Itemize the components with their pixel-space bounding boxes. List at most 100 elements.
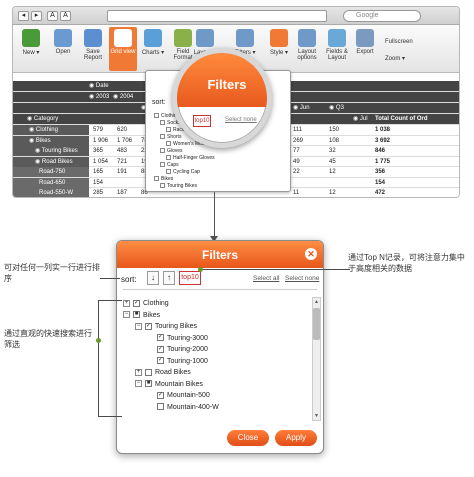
cell-value: 49 bbox=[293, 158, 300, 165]
toolbar-button[interactable]: New ▾ bbox=[17, 27, 45, 71]
tree-item[interactable]: ✓ Touring-1000 bbox=[147, 357, 208, 367]
lens-sort-label: sort: bbox=[152, 99, 166, 106]
select-all-link[interactable]: Select all bbox=[253, 275, 279, 282]
toolbar-button-label: Style ▾ bbox=[269, 50, 289, 56]
expand-icon[interactable]: + bbox=[135, 368, 142, 376]
filter-tree: + ✓ Clothing − ■ Bikes − ✓ Touring Bikes ✓ Touring… bbox=[123, 299, 309, 421]
tree-item[interactable]: + Road Bikes bbox=[135, 368, 191, 378]
sort-ascending-button[interactable]: ↓ bbox=[147, 271, 159, 285]
lens-tree-item: Cycling Cap bbox=[166, 169, 200, 175]
cell-value: 11 bbox=[293, 190, 300, 196]
tree-item[interactable]: Mountain-400-W bbox=[147, 403, 219, 413]
checkbox[interactable]: ✓ bbox=[145, 322, 152, 330]
scroll-up-icon[interactable]: ▲ bbox=[313, 298, 320, 306]
tree-item-label: Touring Bikes bbox=[155, 323, 198, 330]
scroll-thumb[interactable] bbox=[313, 308, 320, 340]
toolbar-button[interactable]: Layout options bbox=[293, 27, 321, 71]
column-header: ◉ Jun bbox=[293, 105, 310, 111]
annotation-search-line-top bbox=[98, 300, 122, 301]
collapse-icon[interactable]: − bbox=[135, 322, 142, 330]
tree-item[interactable]: + ✓ Clothing bbox=[123, 299, 169, 309]
toolbar-button-label: Layout options bbox=[297, 49, 317, 61]
font-larger-button[interactable]: A bbox=[60, 11, 71, 21]
toolbar-button[interactable]: Grid view bbox=[109, 27, 137, 71]
cell-value: 45 bbox=[329, 158, 336, 165]
checkbox[interactable]: ✓ bbox=[157, 334, 164, 342]
lens-tree-label: Cycling Cap bbox=[173, 169, 200, 175]
select-none-link[interactable]: Select none bbox=[285, 275, 319, 282]
tree-item[interactable]: − ■ Bikes bbox=[123, 311, 160, 321]
column-header: ◉ Date bbox=[89, 83, 109, 89]
scroll-down-icon[interactable]: ▼ bbox=[313, 412, 320, 420]
divider bbox=[123, 289, 317, 290]
lens-tree-item: Half-Finger Gloves bbox=[166, 155, 215, 161]
tree-item-label: Mountain-500 bbox=[167, 392, 210, 399]
cell-value: 108 bbox=[329, 137, 340, 144]
tree-item-label: Touring-1000 bbox=[167, 357, 208, 365]
tree-item[interactable]: − ✓ Touring Bikes bbox=[135, 322, 197, 332]
back-button[interactable]: ◂ bbox=[18, 11, 29, 21]
sort-descending-button[interactable]: ↑ bbox=[163, 271, 175, 285]
toolbar-icon bbox=[328, 29, 346, 47]
magnifier-lens: Filters top10 Select none bbox=[172, 48, 272, 148]
toolbar-button[interactable]: Charts ▾ bbox=[139, 27, 167, 71]
dialog-header: Filters ✕ bbox=[117, 241, 323, 268]
cell-value: 1 775 bbox=[375, 158, 391, 165]
collapse-icon[interactable]: − bbox=[123, 311, 130, 319]
filters-dialog: Filters ✕ sort: ↓ ↑ top10 Select all Sel… bbox=[116, 240, 324, 454]
toolbar-icon bbox=[356, 29, 374, 47]
toolbar-icon bbox=[236, 29, 254, 47]
forward-button[interactable]: ▸ bbox=[31, 11, 42, 21]
expand-icon[interactable]: + bbox=[123, 299, 130, 307]
lens-top10-button[interactable]: top10 bbox=[193, 115, 211, 127]
toolbar-button[interactable]: Export bbox=[351, 27, 379, 71]
tree-item[interactable]: ✓ Touring-2000 bbox=[147, 345, 208, 355]
toolbar-icon bbox=[22, 29, 40, 47]
checkbox[interactable]: ✓ bbox=[157, 357, 164, 365]
fullscreen-button[interactable]: Fullscreen bbox=[385, 39, 455, 45]
cell-value bbox=[293, 178, 327, 188]
toolbar-icon bbox=[144, 29, 162, 47]
collapse-icon[interactable]: − bbox=[135, 380, 142, 388]
checkbox[interactable]: ✓ bbox=[157, 391, 164, 399]
checkbox[interactable]: ✓ bbox=[133, 299, 140, 307]
close-button[interactable]: Close bbox=[227, 430, 269, 446]
tree-scrollbar[interactable]: ▲ ▼ bbox=[312, 297, 321, 421]
checkbox[interactable]: ■ bbox=[133, 311, 140, 319]
tree-item[interactable]: ✓ Touring-3000 bbox=[147, 334, 208, 344]
tree-item-label: Touring-2000 bbox=[167, 346, 208, 353]
checkbox[interactable]: ■ bbox=[145, 380, 152, 388]
url-field[interactable] bbox=[107, 10, 327, 22]
dialog-title: Filters bbox=[201, 248, 238, 262]
cell-value: 12 bbox=[329, 169, 336, 175]
toolbar-button[interactable]: Open bbox=[49, 27, 77, 71]
checkbox[interactable]: ✓ bbox=[157, 345, 164, 353]
zoom-button[interactable]: Zoom ▾ bbox=[385, 55, 455, 62]
cell-value: 22 bbox=[293, 169, 300, 175]
row-label: Road-550-W bbox=[13, 188, 89, 197]
tree-item[interactable]: ✓ Mountain-500 bbox=[147, 391, 210, 401]
column-header: Total Count of Ord bbox=[375, 116, 428, 122]
toolbar-button[interactable]: Fields & Layout bbox=[323, 27, 351, 71]
close-icon[interactable]: ✕ bbox=[305, 248, 317, 260]
lens-select-none-link[interactable]: Select none bbox=[225, 117, 257, 123]
cell-value: 150 bbox=[329, 127, 340, 133]
lens-tree-label: Half-Finger Gloves bbox=[173, 155, 215, 161]
cell-value: 1 038 bbox=[375, 127, 391, 133]
checkbox[interactable] bbox=[157, 403, 164, 411]
search-input[interactable]: Google bbox=[343, 10, 421, 22]
toolbar-button[interactable]: Style ▾ bbox=[265, 27, 293, 71]
top10-button[interactable]: top10 bbox=[179, 271, 201, 285]
annotation-sort-line bbox=[100, 278, 120, 279]
row-label: Road-750 bbox=[13, 167, 89, 177]
toolbar-button[interactable]: Save Report bbox=[79, 27, 107, 71]
font-smaller-button[interactable]: A bbox=[47, 11, 58, 21]
tree-item[interactable]: − ■ Mountain Bikes bbox=[135, 380, 203, 390]
checkbox[interactable] bbox=[145, 368, 152, 376]
toolbar-button-label: Save Report bbox=[83, 49, 102, 61]
lens-tree-item: Bikes bbox=[154, 176, 173, 182]
lens-header: Filters bbox=[177, 53, 267, 107]
toolbar-button-label: Charts ▾ bbox=[141, 50, 165, 56]
lens-tree-item: Shorts bbox=[160, 134, 181, 140]
apply-button[interactable]: Apply bbox=[275, 430, 317, 446]
